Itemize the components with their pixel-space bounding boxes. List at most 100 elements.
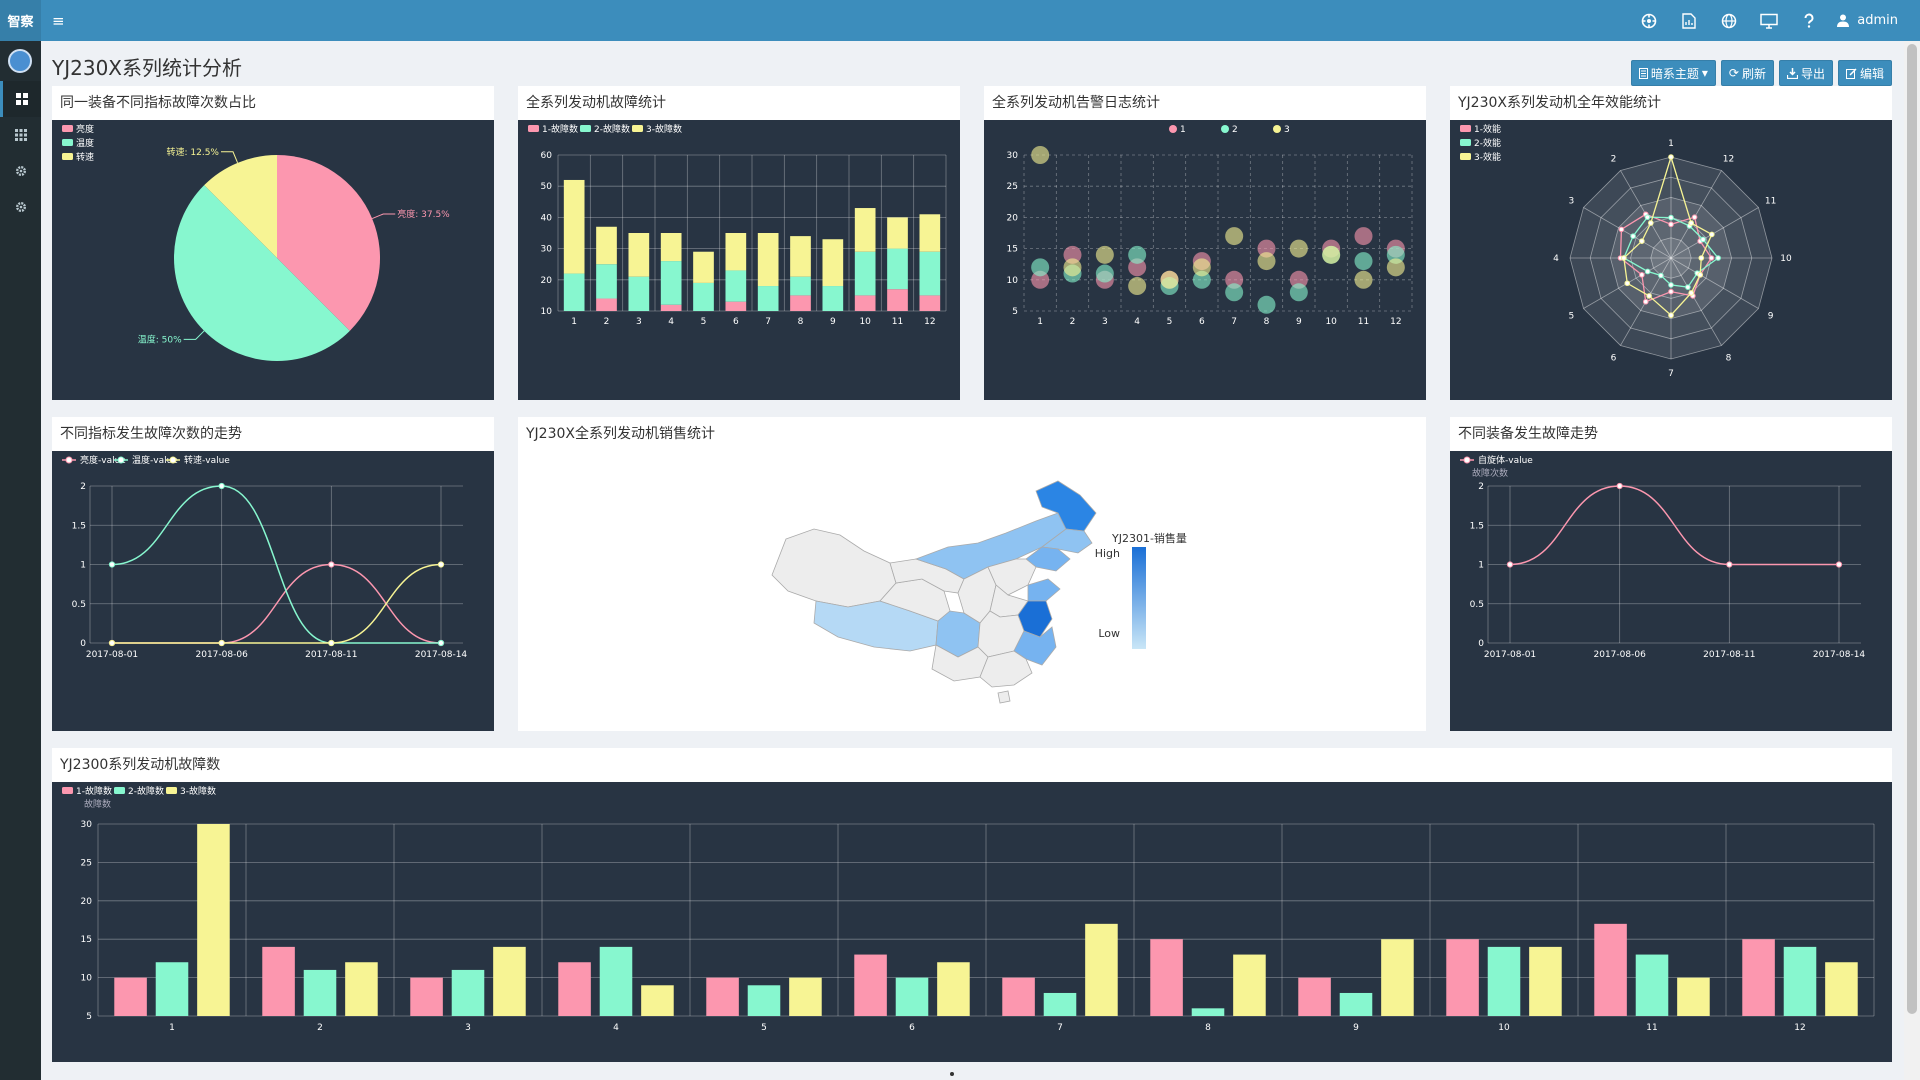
- bar: [1635, 954, 1669, 1016]
- help-icon[interactable]: [1789, 0, 1829, 41]
- bar-segment: [725, 301, 747, 311]
- pie-label-line: [220, 151, 239, 164]
- bar: [558, 962, 591, 1016]
- scatter-point: [1322, 245, 1341, 264]
- x-tick-label: 1: [571, 317, 577, 327]
- bar: [1487, 946, 1521, 1016]
- dashboard-icon[interactable]: [1629, 0, 1669, 41]
- y-tick-label: 5: [1012, 307, 1018, 317]
- bar: [197, 824, 230, 1016]
- legend-marker: [62, 153, 73, 160]
- legend-marker: [169, 456, 177, 464]
- map-legend-title: YJ2301-销售量: [1111, 531, 1187, 545]
- panel-fault-trend: 不同指标发生故障次数的走势 亮度-value 温度-value 转速-value 0 0…: [52, 417, 494, 731]
- scatter-chart: 1 2 3510152025301 2 3 4 5 6 7 8 9 10 11 12: [1007, 125, 1413, 327]
- sidebar-item-dashboard[interactable]: [0, 81, 41, 117]
- pie-chart: 亮度温度转速亮度: 37.5% 温度: 50% 转速: 12.5%: [62, 123, 450, 361]
- radar-point: [1668, 312, 1674, 319]
- x-tick-label: 3: [465, 1023, 471, 1033]
- x-tick-label: 2017-08-14: [1813, 650, 1866, 660]
- user-menu[interactable]: admin: [1837, 13, 1898, 28]
- globe-icon[interactable]: [1709, 0, 1749, 41]
- radar-point: [1618, 226, 1625, 233]
- y-tick-label: 30: [541, 245, 553, 255]
- page-title: YJ230X系列统计分析: [52, 56, 242, 80]
- chart-file-icon[interactable]: [1669, 0, 1709, 41]
- radar-point: [1698, 255, 1705, 261]
- radar-axis-label: 12: [1723, 154, 1734, 164]
- export-button[interactable]: 导出: [1778, 60, 1833, 86]
- bar: [854, 954, 887, 1016]
- bar-segment: [854, 208, 876, 252]
- dashboard-icon: [16, 93, 28, 105]
- scatter-point: [1225, 283, 1244, 302]
- scrollbar-thumb[interactable]: [1907, 44, 1917, 1014]
- bar: [895, 977, 929, 1016]
- bar: [641, 985, 674, 1016]
- sidebar-item-settings[interactable]: [0, 153, 41, 189]
- y-tick-label: 10: [1007, 276, 1019, 286]
- edit-icon: [1845, 67, 1857, 79]
- map-visual-scale[interactable]: [1132, 547, 1146, 649]
- legend-marker: [166, 787, 177, 794]
- gear-icon: [15, 166, 26, 176]
- radar-point: [1644, 214, 1651, 220]
- x-tick-label: 9: [830, 317, 836, 327]
- theme-dropdown-button[interactable]: 暗系主题 ▾: [1630, 60, 1716, 86]
- scatter-point: [1095, 245, 1114, 264]
- x-tick-label: 8: [1264, 317, 1270, 327]
- pie-label: 温度: 50%: [138, 333, 182, 345]
- series-point: [328, 561, 335, 568]
- legend-label: 1: [1180, 125, 1186, 135]
- y-tick-label: 1: [80, 561, 86, 571]
- bar: [155, 962, 189, 1016]
- x-tick-label: 2017-08-01: [1484, 650, 1536, 660]
- scatter-point: [1354, 270, 1373, 289]
- legend-label: 温度: [76, 137, 94, 149]
- avatar[interactable]: [8, 49, 32, 73]
- scatter-point: [1257, 295, 1276, 314]
- radar-point: [1621, 255, 1627, 261]
- edit-button-label: 编辑: [1859, 66, 1884, 81]
- panel-title: 全系列发动机告警日志统计: [992, 95, 1160, 111]
- y-tick-label: 1.5: [1470, 521, 1484, 531]
- radar-point: [1644, 268, 1651, 275]
- sidebar-item-settings-2[interactable]: [0, 189, 41, 225]
- x-tick-label: 4: [1134, 317, 1140, 327]
- bar-segment: [790, 276, 811, 296]
- map-legend-low: Low: [1098, 627, 1120, 640]
- menu-toggle-icon[interactable]: ≡: [52, 12, 65, 30]
- bar: [1825, 962, 1858, 1016]
- legend-marker: [117, 456, 125, 464]
- user-name: admin: [1857, 13, 1898, 28]
- scatter-point: [1031, 146, 1050, 164]
- brand-logo[interactable]: 智察: [0, 0, 41, 41]
- legend-marker: [114, 787, 125, 794]
- refresh-button[interactable]: ⟳ 刷新: [1720, 60, 1774, 86]
- edit-button[interactable]: 编辑: [1837, 60, 1892, 86]
- monitor-icon[interactable]: [1749, 0, 1789, 41]
- bar-segment: [854, 251, 876, 296]
- y-tick-label: 25: [1007, 182, 1018, 192]
- map-regions[interactable]: [771, 480, 1097, 704]
- bar: [303, 969, 337, 1016]
- y-tick-label: 2: [80, 482, 86, 492]
- y-tick-label: 0: [1478, 639, 1484, 649]
- bar-segment: [660, 233, 682, 262]
- sidebar-item-grid[interactable]: [0, 117, 41, 153]
- legend-marker: [65, 456, 73, 464]
- x-tick-label: 8: [798, 317, 804, 327]
- radar-point: [1688, 290, 1694, 296]
- y-tick-label: 1: [1478, 561, 1484, 571]
- panel-sales-map: YJ230X全系列发动机销售统计 YJ2301-销售量 High Low: [518, 417, 1426, 731]
- bar: [789, 977, 822, 1016]
- bar-segment: [822, 286, 844, 311]
- scatter-point: [1160, 270, 1179, 289]
- bar-segment: [919, 251, 941, 296]
- device-chart-area: 自旋体-value 故障次数 0 0.5 1 1.5 2 2017-08-01 2017-08-…: [1450, 451, 1892, 731]
- scatter-chart-area: 1 2 3 5 10 15 20 25 30 1 2 3 4 5 6 7 8 9 10 11 12: [984, 120, 1426, 400]
- bar: [1381, 939, 1414, 1016]
- pie-chart-area: 亮度 温度 转速 亮度: 37.5% 温度: 50% 转速: 12.5%: [52, 120, 494, 400]
- x-tick-label: 2: [604, 317, 610, 327]
- scatter-point: [1386, 258, 1405, 277]
